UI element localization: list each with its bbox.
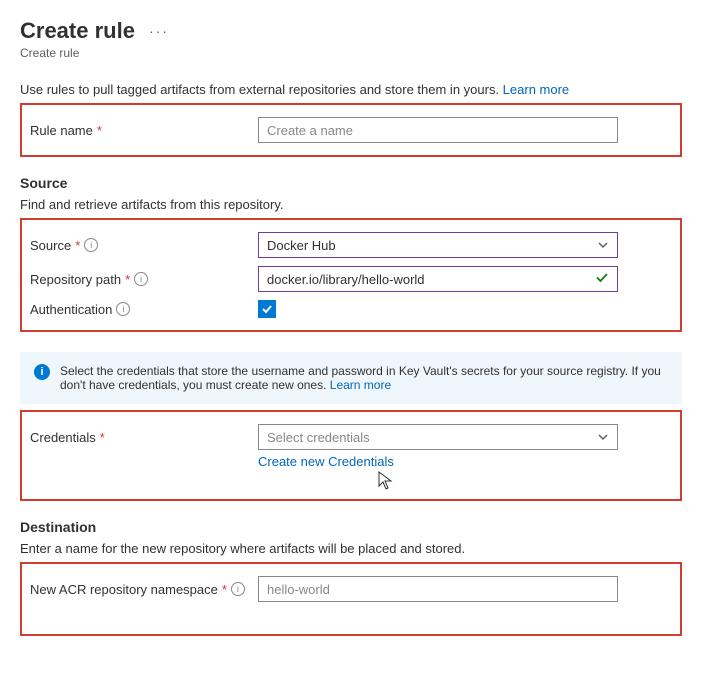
credentials-info-alert: i Select the credentials that store the … <box>20 352 682 404</box>
more-actions-icon[interactable]: ··· <box>149 23 169 39</box>
alert-learn-more-link[interactable]: Learn more <box>330 378 391 392</box>
source-section-header: Source <box>20 175 682 191</box>
namespace-input[interactable] <box>258 576 618 602</box>
authentication-label: Authentication i <box>30 302 250 317</box>
repository-path-label: Repository path* i <box>30 272 250 287</box>
destination-section-header: Destination <box>20 519 682 535</box>
highlight-source: Source* i Docker Hub Repository path* i … <box>20 218 682 332</box>
intro-text: Use rules to pull tagged artifacts from … <box>20 82 682 97</box>
source-label: Source* i <box>30 238 250 253</box>
namespace-label: New ACR repository namespace* i <box>30 582 250 597</box>
highlight-rule-name: Rule name* <box>20 103 682 157</box>
destination-section-desc: Enter a name for the new repository wher… <box>20 541 682 556</box>
source-select[interactable]: Docker Hub <box>258 232 618 258</box>
page-title: Create rule <box>20 18 135 44</box>
learn-more-link[interactable]: Learn more <box>503 82 569 97</box>
rule-name-input[interactable] <box>258 117 618 143</box>
credentials-label: Credentials* <box>30 430 250 445</box>
credentials-select[interactable]: Select credentials <box>258 424 618 450</box>
highlight-destination: New ACR repository namespace* i <box>20 562 682 636</box>
info-icon[interactable]: i <box>134 272 148 286</box>
create-new-credentials-link[interactable]: Create new Credentials <box>258 454 394 469</box>
rule-name-label: Rule name* <box>30 123 250 138</box>
repository-path-input[interactable]: docker.io/library/hello-world <box>258 266 618 292</box>
info-icon[interactable]: i <box>116 302 130 316</box>
chevron-down-icon <box>597 239 609 251</box>
page-subtitle: Create rule <box>20 46 682 60</box>
authentication-checkbox[interactable] <box>258 300 276 318</box>
info-icon[interactable]: i <box>84 238 98 252</box>
highlight-credentials: Credentials* Select credentials Create n… <box>20 410 682 501</box>
info-icon: i <box>34 364 50 380</box>
chevron-down-icon <box>597 431 609 443</box>
cursor-icon <box>378 471 394 491</box>
check-icon <box>595 271 609 288</box>
source-section-desc: Find and retrieve artifacts from this re… <box>20 197 682 212</box>
